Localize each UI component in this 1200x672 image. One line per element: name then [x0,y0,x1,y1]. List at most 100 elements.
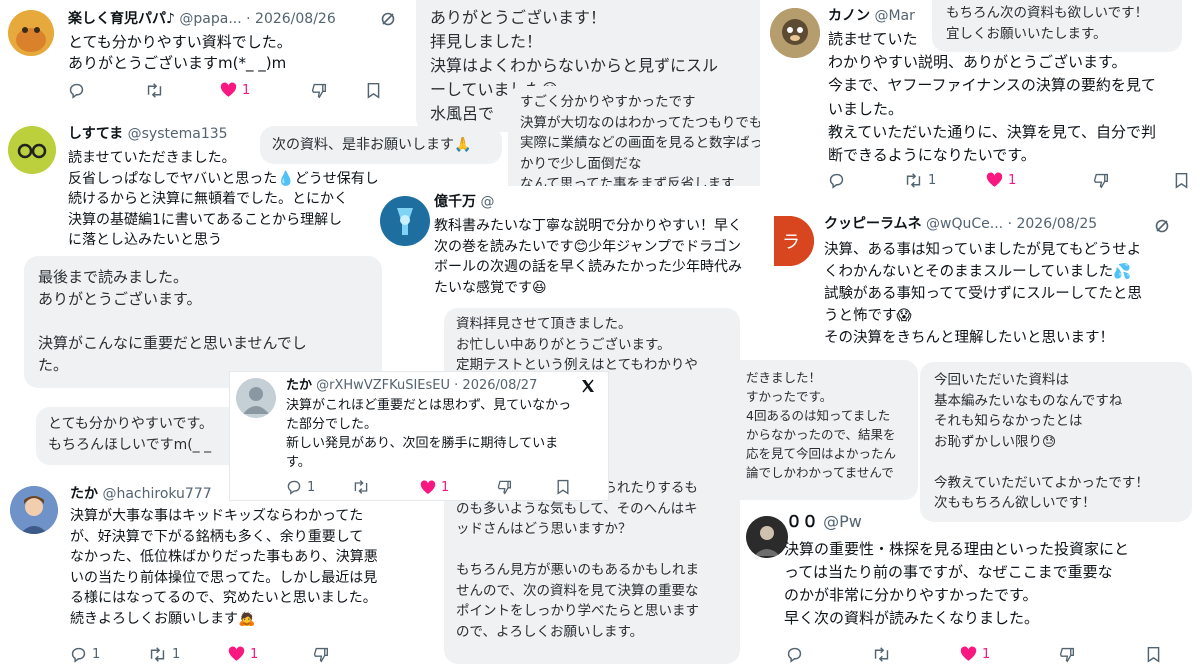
avatar[interactable]: ラ [774,216,814,266]
reply-count: 1 [307,479,316,495]
like-count: 1 [242,82,251,98]
retweet-icon [906,172,921,188]
bookmark-icon [557,479,569,495]
action-bar: 1 [786,644,1196,664]
heart-icon [220,82,237,97]
bubble-text: もちろん次の資料も欲しいです！ 宜しくお願いいたします。 [946,5,1149,42]
dislike-button[interactable] [312,646,329,663]
avatar[interactable] [8,126,56,174]
avatar[interactable] [746,516,788,558]
retweet-button[interactable] [145,82,164,99]
avatar[interactable] [8,10,54,56]
action-bar: 1 [68,80,388,100]
like-button[interactable]: 1 [228,646,258,662]
retweet-button[interactable]: 1 [904,172,936,189]
handle[interactable]: @Pw [823,512,862,531]
comment-bubble: すごく分かりやすかったです 決算が大切なのはわかってたつもりでも 実際に業績など… [508,86,800,200]
svg-text:ラ: ラ [782,232,800,253]
tweet-text: 教科書みたいな丁寧な説明で分かりやすい！早く 次の巻を読みたいです😊少年ジャンプ… [434,218,742,296]
retweet-count: 1 [928,172,937,188]
avatar[interactable] [10,486,58,534]
reply-button[interactable] [786,646,803,663]
retweet-count: 1 [172,646,181,662]
dislike-icon [313,647,328,662]
reply-icon [787,647,802,663]
tweet-header: カノン @Mar [828,6,915,26]
handle[interactable]: @ [480,194,494,210]
bubble-text: 最後まで読みました。 ありがとうございます。 決算がこんなに重要だと思いませんで… [38,268,307,374]
reply-button[interactable]: 1 [70,646,100,663]
like-button[interactable]: 1 [986,172,1016,188]
display-name[interactable]: カノン [828,8,870,24]
bookmark-button[interactable] [556,479,570,495]
tweet-text: 決算の重要性・株探を見る理由といった投資家にと っては当たり前の事ですが、なぜこ… [784,540,1130,627]
handle[interactable]: @systema135 [128,126,228,142]
grok-icon[interactable] [1154,218,1170,234]
handle[interactable]: @Mar [874,8,914,24]
tweet-card-taka-hachiroku[interactable]: たか @hachiroku777 決算が大事な事はキッドキッズならわかってた が… [0,476,440,672]
retweet-button[interactable] [872,646,891,663]
reply-count: 1 [92,646,101,662]
reply-button[interactable] [68,82,85,99]
like-button[interactable]: 1 [420,480,449,495]
timestamp[interactable]: · 2026/08/26 [246,11,336,27]
tweet-card-oo[interactable]: ００ @Pw 決算の重要性・株探を見る理由といった投資家にと っては当たり前の事… [744,506,1200,672]
handle[interactable]: @rXHwVZFKuSIEsEU [316,378,450,393]
display-name[interactable]: 億千万 [434,194,476,210]
display-name[interactable]: しすてま [68,126,123,142]
bookmark-button[interactable] [1174,172,1189,189]
display-name[interactable]: 楽しく育児パパ♪ [68,11,175,27]
tweet-card-papa[interactable]: 楽しく育児パパ♪ @papa... · 2026/08/26 とても分かりやすい… [0,0,405,118]
like-count: 1 [982,646,991,662]
like-count: 1 [250,646,259,662]
reply-button[interactable] [828,172,845,189]
retweet-button[interactable] [352,479,370,495]
dislike-button[interactable] [310,82,327,99]
display-name[interactable]: たか [70,486,98,502]
heart-icon [228,646,245,661]
reply-icon [287,480,301,495]
avatar[interactable] [236,378,276,418]
avatar[interactable] [770,8,820,58]
retweet-icon [354,480,368,494]
tweet-card-kuppy[interactable]: ラ クッピーラムネ @wQuCe... · 2026/08/25 決算、ある事は… [760,206,1200,356]
bubble-text: 今回いただいた資料は 基本編みたいなものなんですね それも知らなかったとは お恥… [934,372,1149,511]
bubble-text: 次の資料、是非お願いします🙏 [272,137,472,153]
retweet-icon [147,82,162,98]
action-bar: 1 1 1 [70,644,370,664]
tweet-header: しすてま @systema135 [68,124,228,144]
bookmark-button[interactable] [366,82,381,99]
retweet-button[interactable]: 1 [148,646,180,663]
like-button[interactable]: 1 [220,82,250,98]
x-logo-icon[interactable] [580,378,596,394]
comment-bubble: 最後まで読みました。 ありがとうございます。 決算がこんなに重要だと思いませんで… [24,256,382,388]
tweet-header: たか @rXHwVZFKuSIEsEU · 2026/08/27 [286,376,537,396]
dislike-button[interactable] [1058,646,1075,663]
bubble-text: とても分かりやすいです。 もちろんほしいですm(_ _ [48,416,214,453]
display-name[interactable]: クッピーラムネ [824,216,922,232]
handle[interactable]: @wQuCe... [926,216,1003,232]
tweet-text: 決算が大事な事はキッドキッズならわかってた が、好決算で下がる銘柄も多く、余り重… [70,508,378,627]
retweet-icon [150,646,165,662]
handle[interactable]: @hachiroku777 [102,486,211,502]
tweet-text: とても分かりやすい資料でした。 ありがとうございますm(*_ _)m [68,33,292,72]
timestamp[interactable]: · 2026/08/27 [454,378,537,393]
grok-icon[interactable] [380,11,396,27]
dislike-button[interactable] [496,479,512,495]
reply-button[interactable]: 1 [286,479,315,495]
display-name[interactable]: たか [286,378,312,393]
dislike-button[interactable] [1092,172,1109,189]
retweet-icon [874,646,889,662]
dislike-icon [1059,647,1074,662]
tweet-header: クッピーラムネ @wQuCe... · 2026/08/25 [824,214,1097,234]
bookmark-button[interactable] [1146,646,1161,663]
display-name[interactable]: ００ [786,512,818,531]
dislike-icon [311,83,326,98]
heart-icon [960,646,977,661]
timestamp[interactable]: · 2026/08/25 [1008,216,1098,232]
avatar[interactable] [380,196,430,246]
tweet-card-taka-x[interactable]: たか @rXHwVZFKuSIEsEU · 2026/08/27 決算がこれほど… [230,372,608,500]
like-button[interactable]: 1 [960,646,990,662]
heart-icon [420,479,436,494]
handle[interactable]: @papa... [179,11,241,27]
